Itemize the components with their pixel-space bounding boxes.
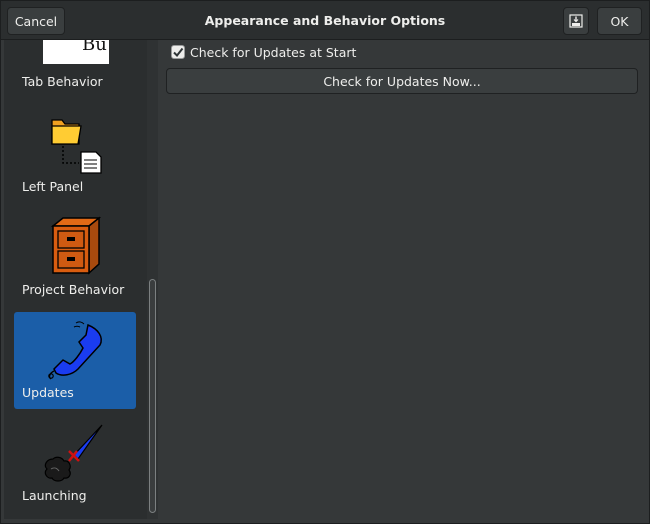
category-sidebar[interactable]: Bu Tab Behavior Left Panel Project Behav… bbox=[4, 40, 158, 519]
sidebar-item-label: Project Behavior bbox=[22, 282, 125, 297]
ok-button[interactable]: OK bbox=[597, 7, 642, 35]
check-for-updates-now-button[interactable]: Check for Updates Now... bbox=[166, 68, 638, 94]
telephone-handset-icon bbox=[48, 321, 102, 380]
sidebar-item-label: Tab Behavior bbox=[22, 74, 103, 89]
header-bar: Cancel Appearance and Behavior Options O… bbox=[1, 1, 649, 40]
check-updates-at-start-label: Check for Updates at Start bbox=[190, 44, 357, 60]
sidebar-item-left-panel[interactable]: Left Panel bbox=[14, 106, 136, 203]
rocket-launch-icon bbox=[44, 424, 103, 482]
check-updates-at-start-row[interactable]: Check for Updates at Start bbox=[171, 44, 356, 60]
save-button[interactable] bbox=[563, 7, 589, 35]
sidebar-item-label: Left Panel bbox=[22, 179, 84, 194]
check-updates-at-start-checkbox[interactable] bbox=[171, 45, 185, 59]
sidebar-item-launching[interactable]: Launching bbox=[14, 415, 136, 512]
sidebar-item-updates[interactable]: Updates bbox=[14, 312, 136, 409]
checkmark-icon bbox=[173, 47, 184, 58]
sidebar-scrollbar-thumb[interactable] bbox=[149, 279, 156, 513]
sidebar-item-label: Launching bbox=[22, 488, 87, 503]
dialog-title: Appearance and Behavior Options bbox=[204, 13, 446, 28]
sidebar-item-tab-behavior[interactable]: Tab Behavior bbox=[14, 43, 136, 98]
folder-tree-icon bbox=[51, 119, 102, 174]
sidebar-item-label: Updates bbox=[22, 385, 74, 400]
save-download-icon bbox=[569, 14, 583, 28]
options-dialog: Cancel Appearance and Behavior Options O… bbox=[0, 0, 650, 524]
sidebar-item-project-behavior[interactable]: Project Behavior bbox=[14, 209, 136, 306]
filing-cabinet-icon bbox=[50, 216, 101, 275]
